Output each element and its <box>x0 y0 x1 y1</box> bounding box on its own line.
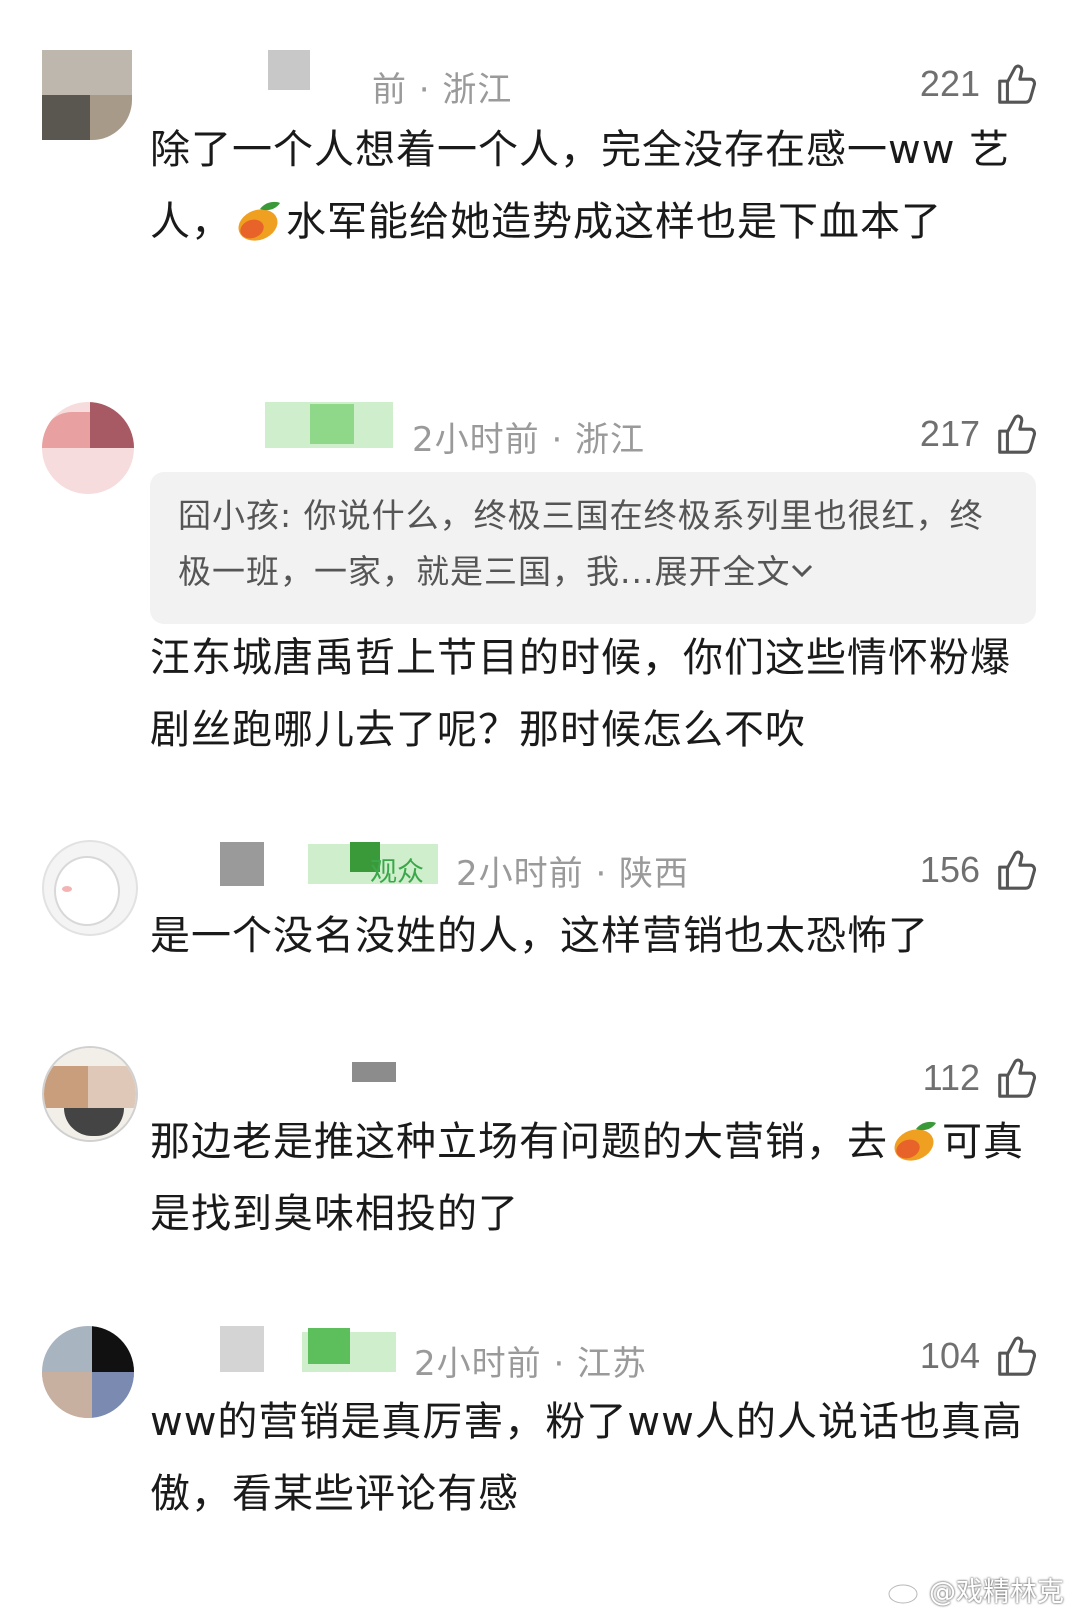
like-count: 217 <box>919 413 980 454</box>
censored-badge-mark <box>308 1328 350 1364</box>
comment-meta: 观众 2小时前 · 陕西 <box>150 842 1040 894</box>
chevron-down-icon <box>792 564 813 578</box>
thumbs-up-icon <box>998 850 1037 890</box>
like-count: 221 <box>919 63 980 104</box>
thumbs-up-icon <box>998 1336 1037 1376</box>
quoted-text: 囧小孩: 你说什么，终极三国在终极系列里也很红，终极一班，一家，就是三国，我..… <box>178 496 984 591</box>
censored-badge <box>310 404 354 444</box>
weibo-logo-icon <box>887 1579 923 1604</box>
comment-meta: 前 · 浙江 <box>150 50 1040 110</box>
comment-text-part: 那边老是推这种立场有问题的大营销，去 <box>150 1119 888 1165</box>
like-button[interactable]: 221 <box>920 60 1040 108</box>
comment-text: 汪东城唐禹哲上节目的时候，你们这些情怀粉爆剧丝跑哪儿去了呢？那时候怎么不吹 <box>150 635 1011 753</box>
avatar[interactable] <box>42 402 134 494</box>
thumbs-up-icon <box>998 1058 1037 1098</box>
avatar[interactable] <box>42 1326 134 1418</box>
comment-text: ww的营销是真厉害，粉了ww人的人说话也真高傲，看某些评论有感 <box>150 1399 1023 1517</box>
censored-username <box>268 50 310 90</box>
comment-meta: 2小时前 · 江苏 <box>150 1326 1040 1384</box>
thumbs-up-icon <box>998 414 1037 454</box>
like-count: 156 <box>919 849 980 890</box>
watermark-text: @戏精林克 <box>929 1577 1064 1608</box>
comment-text: 是一个没名没姓的人，这样营销也太恐怖了 <box>150 913 929 959</box>
comment-meta: 2小时前 · 浙江 <box>150 402 1040 460</box>
censored-username <box>220 1326 264 1372</box>
expand-full-text-link[interactable]: 展开全文 <box>654 552 790 591</box>
comment-time-location: 2小时前 · 浙江 <box>412 420 646 460</box>
watermark: @戏精林克 <box>887 1570 1064 1609</box>
avatar[interactable] <box>42 1046 138 1142</box>
badge-label: 观众 <box>370 857 424 888</box>
like-button[interactable]: 156 <box>920 846 1040 894</box>
like-count: 112 <box>922 1057 980 1098</box>
quoted-reply-text: 囧小孩: 你说什么，终极三国在终极系列里也很红，终极一班，一家，就是三国，我..… <box>178 488 1008 600</box>
censored-username <box>220 842 264 886</box>
censored-username <box>352 1062 396 1082</box>
comment-time-location: 前 · 浙江 <box>372 70 513 110</box>
like-count: 104 <box>919 1335 980 1376</box>
like-button[interactable]: 112 <box>923 1054 1040 1102</box>
like-button[interactable]: 104 <box>920 1332 1040 1380</box>
avatar[interactable] <box>42 840 138 936</box>
comment-text: 除了一个人想着一个人，完全没存在感一ww 艺人， 水军能给她造势成这样也是下血本… <box>150 114 1030 258</box>
thumbs-up-icon <box>998 64 1037 104</box>
comment-time-location: 2小时前 · 江苏 <box>414 1344 648 1384</box>
comment-meta <box>150 1052 1040 1100</box>
quoted-reply[interactable]: 囧小孩: 你说什么，终极三国在终极系列里也很红，终极一班，一家，就是三国，我..… <box>150 472 1036 624</box>
avatar[interactable] <box>42 50 132 140</box>
comment-text: 那边老是推这种立场有问题的大营销，去 可真是找到臭味相投的了 <box>150 1106 1030 1250</box>
like-button[interactable]: 217 <box>920 410 1040 458</box>
comment-time-location: 2小时前 · 陕西 <box>456 854 690 894</box>
mango-emoji-icon <box>238 201 280 241</box>
comment-text-part: 水军能给她造势成这样也是下血本了 <box>286 199 942 245</box>
mango-emoji-icon <box>894 1121 936 1161</box>
